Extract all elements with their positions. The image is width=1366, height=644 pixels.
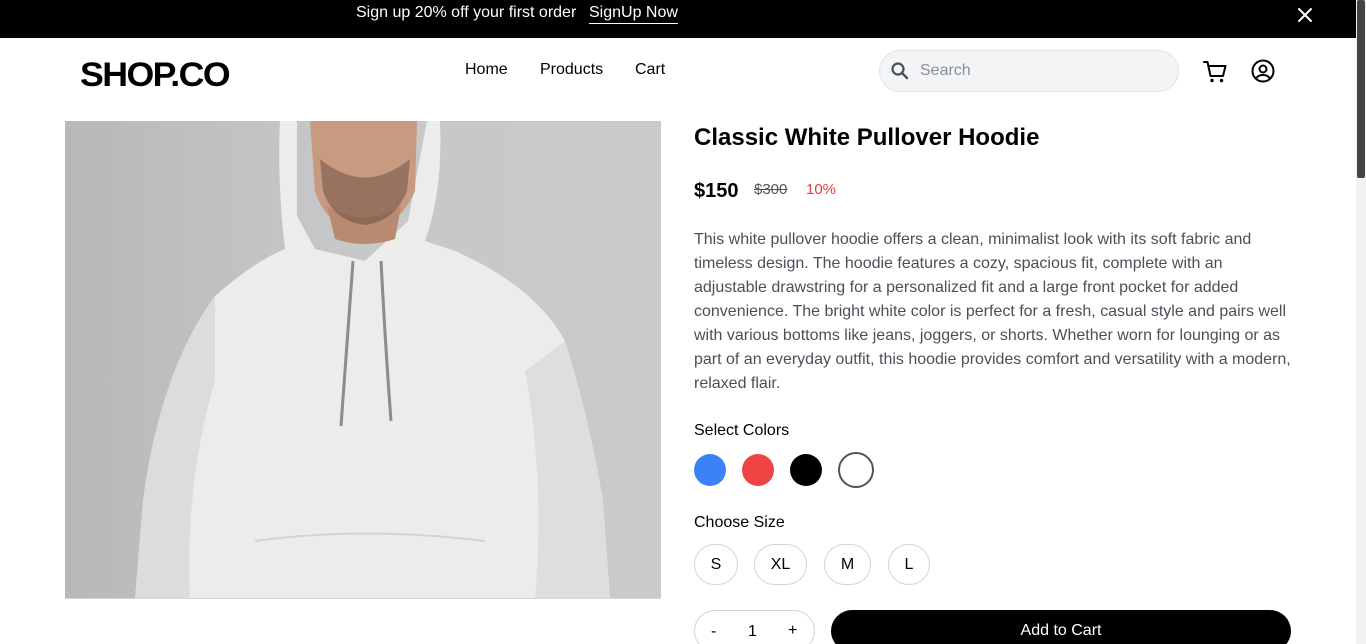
promo-banner: Sign up 20% off your first order SignUp … <box>0 0 1356 38</box>
nav-cart[interactable]: Cart <box>635 61 665 79</box>
color-swatch-white-selected[interactable] <box>838 452 874 488</box>
promo-text: Sign up 20% off your first order <box>356 4 577 21</box>
size-button-l[interactable]: L <box>888 544 930 585</box>
color-swatch-red[interactable] <box>742 454 774 486</box>
close-icon[interactable] <box>1295 5 1315 25</box>
product-image <box>65 121 661 599</box>
cart-icon[interactable] <box>1202 59 1228 90</box>
quantity-stepper: - 1 + <box>694 610 815 644</box>
search-input[interactable] <box>920 51 1170 91</box>
page-scrollbar[interactable] <box>1356 0 1366 644</box>
nav-home[interactable]: Home <box>465 61 508 79</box>
decrement-button[interactable]: - <box>711 623 716 641</box>
product-title: Classic White Pullover Hoodie <box>694 124 1040 151</box>
increment-button[interactable]: + <box>788 622 797 640</box>
product-description: This white pullover hoodie offers a clea… <box>694 231 1291 392</box>
search-icon <box>890 61 910 86</box>
original-price: $300 <box>754 181 788 198</box>
scrollbar-thumb[interactable] <box>1357 0 1365 178</box>
nav-products[interactable]: Products <box>540 61 603 79</box>
logo[interactable]: SHOP.CO <box>80 56 231 95</box>
size-label: Choose Size <box>694 514 785 531</box>
search-box <box>879 50 1179 92</box>
signup-link[interactable]: SignUp Now <box>589 4 678 24</box>
size-button-xl[interactable]: XL <box>754 544 807 585</box>
colors-label: Select Colors <box>694 422 790 439</box>
quantity-value: 1 <box>748 623 757 640</box>
current-price: $150 <box>694 180 739 202</box>
color-swatch-black[interactable] <box>790 454 822 486</box>
size-button-m[interactable]: M <box>824 544 871 585</box>
color-swatch-blue[interactable] <box>694 454 726 486</box>
size-button-s[interactable]: S <box>694 544 738 585</box>
add-to-cart-button[interactable]: Add to Cart <box>831 610 1291 644</box>
discount-badge: 10% <box>806 181 837 198</box>
site-header: SHOP.CO Home Products Cart <box>0 38 1356 118</box>
user-icon[interactable] <box>1251 59 1275 88</box>
